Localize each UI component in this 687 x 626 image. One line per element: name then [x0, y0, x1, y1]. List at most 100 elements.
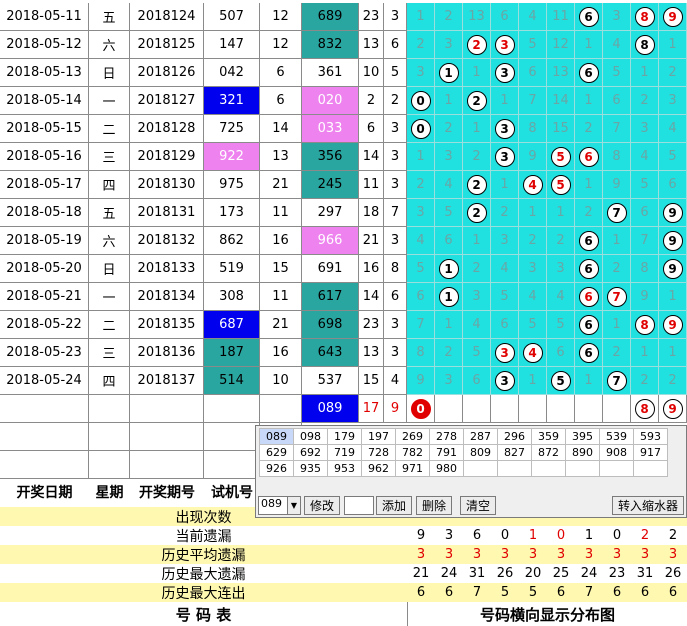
popup-number-cell[interactable]: 395 [565, 428, 600, 445]
popup-number-cell[interactable]: 935 [293, 460, 328, 477]
distribution-cell: 9 [659, 199, 687, 227]
filter-popup[interactable]: 089 098 179 197 269 278 287 296 359 395 539 593 629 6… [255, 425, 687, 518]
popup-number-cell[interactable]: 629 [259, 444, 294, 461]
clear-button[interactable]: 清空 [460, 496, 496, 515]
number-select[interactable]: 089 [258, 496, 288, 515]
test-number-cell: 042 [204, 59, 260, 87]
span-cell: 3 [384, 227, 407, 255]
number-ball: 6 [578, 286, 599, 307]
date-cell: 2018-05-23 [0, 339, 89, 367]
number-ball: 2 [466, 202, 487, 223]
popup-number-cell[interactable] [497, 460, 532, 477]
popup-number-cell[interactable] [633, 460, 668, 477]
stat-row: 历史平均遗漏 3 3 3 3 3 3 3 3 3 3 [0, 545, 687, 564]
popup-number-cell[interactable]: 269 [395, 428, 430, 445]
delete-button[interactable]: 删除 [416, 496, 452, 515]
popup-number-cell[interactable]: 971 [395, 460, 430, 477]
distribution-cell: 5 [435, 199, 463, 227]
test-number-cell: 173 [204, 199, 260, 227]
popup-number-cell[interactable]: 278 [429, 428, 464, 445]
popup-number-cell[interactable]: 827 [497, 444, 532, 461]
chevron-down-icon[interactable]: ▼ [287, 496, 301, 515]
number-grid[interactable]: 089 098 179 197 269 278 287 296 359 395 539 593 629 6… [259, 428, 668, 477]
stat-value: 21 [412, 566, 430, 581]
popup-number-cell[interactable]: 953 [327, 460, 362, 477]
distribution-cell: 1 [603, 311, 631, 339]
date-cell: 2018-05-21 [0, 283, 89, 311]
popup-number-cell[interactable]: 917 [633, 444, 668, 461]
test-sum-cell: 11 [260, 283, 302, 311]
popup-number-cell[interactable]: 908 [599, 444, 634, 461]
popup-number-cell[interactable]: 926 [259, 460, 294, 477]
distribution-cell: 2 [575, 115, 603, 143]
distribution-cell: 6 [575, 227, 603, 255]
popup-number-cell[interactable]: 782 [395, 444, 430, 461]
popup-number-cell[interactable]: 089 [259, 428, 294, 445]
distribution-cell: 6 [575, 255, 603, 283]
popup-number-cell[interactable] [531, 460, 566, 477]
test-sum-cell: 16 [260, 227, 302, 255]
popup-number-cell[interactable]: 539 [599, 428, 634, 445]
stat-value: 31 [636, 566, 654, 581]
number-input[interactable] [344, 496, 374, 515]
popup-number-cell[interactable]: 890 [565, 444, 600, 461]
popup-number-cell[interactable]: 980 [429, 460, 464, 477]
popup-number-cell[interactable]: 809 [463, 444, 498, 461]
span-cell: 3 [384, 115, 407, 143]
popup-number-cell[interactable]: 719 [327, 444, 362, 461]
date-cell: 2018-05-14 [0, 87, 89, 115]
popup-number-cell[interactable]: 359 [531, 428, 566, 445]
popup-number-cell[interactable]: 287 [463, 428, 498, 445]
distribution-cell: 6 [547, 339, 575, 367]
column-header-date[interactable]: 开奖日期 [0, 478, 89, 506]
number-ball: 5 [550, 174, 571, 195]
popup-number-cell[interactable]: 593 [633, 428, 668, 445]
popup-number-cell[interactable] [463, 460, 498, 477]
distribution-cell: 5 [547, 311, 575, 339]
popup-number-cell[interactable]: 872 [531, 444, 566, 461]
popup-number-cell[interactable]: 791 [429, 444, 464, 461]
popup-number-cell[interactable]: 197 [361, 428, 396, 445]
distribution-cell: 5 [603, 59, 631, 87]
popup-number-cell[interactable]: 179 [327, 428, 362, 445]
distribution-cell: 9 [407, 367, 435, 395]
popup-number-cell[interactable] [599, 460, 634, 477]
popup-number-cell[interactable]: 692 [293, 444, 328, 461]
popup-number-cell[interactable]: 296 [497, 428, 532, 445]
stat-value: 0 [556, 528, 566, 543]
add-button[interactable]: 添加 [376, 496, 412, 515]
popup-number-cell[interactable]: 962 [361, 460, 396, 477]
column-header-test[interactable]: 试机号 [204, 478, 260, 506]
distribution-cell: 6 [491, 311, 519, 339]
distribution-cell: 4 [631, 143, 659, 171]
column-header-issue[interactable]: 开奖期号 [130, 478, 204, 506]
popup-number-cell[interactable]: 728 [361, 444, 396, 461]
distribution-cell: 3 [435, 367, 463, 395]
stat-value: 3 [472, 547, 482, 562]
popup-number-cell[interactable]: 098 [293, 428, 328, 445]
number-ball: 0 [410, 90, 431, 111]
column-header-week[interactable]: 星期 [89, 478, 130, 506]
date-cell: 2018-05-17 [0, 171, 89, 199]
stat-label: 历史最大遗漏 [161, 566, 246, 583]
distribution-cell: 3 [547, 255, 575, 283]
shrink-button[interactable]: 转入缩水器 [612, 496, 684, 515]
number-ball: 8 [634, 398, 655, 419]
distribution-cell: 6 [519, 59, 547, 87]
distribution-cell: 6 [575, 59, 603, 87]
empty-cell [130, 451, 204, 479]
popup-number-cell[interactable] [565, 460, 600, 477]
distribution-cell: 3 [491, 115, 519, 143]
number-ball: 3 [494, 370, 515, 391]
stat-value: 9 [416, 528, 426, 543]
forecast-distribution-cell [603, 395, 631, 423]
number-ball: 8 [634, 314, 655, 335]
footer-left-title: 号 码 表 [175, 605, 232, 624]
week-cell: 五 [89, 199, 130, 227]
draw-sum-cell: 13 [359, 31, 384, 59]
date-cell: 2018-05-20 [0, 255, 89, 283]
modify-button[interactable]: 修改 [304, 496, 340, 515]
distribution-cell: 9 [659, 3, 687, 31]
distribution-cell: 1 [575, 367, 603, 395]
distribution-cell: 2 [463, 143, 491, 171]
